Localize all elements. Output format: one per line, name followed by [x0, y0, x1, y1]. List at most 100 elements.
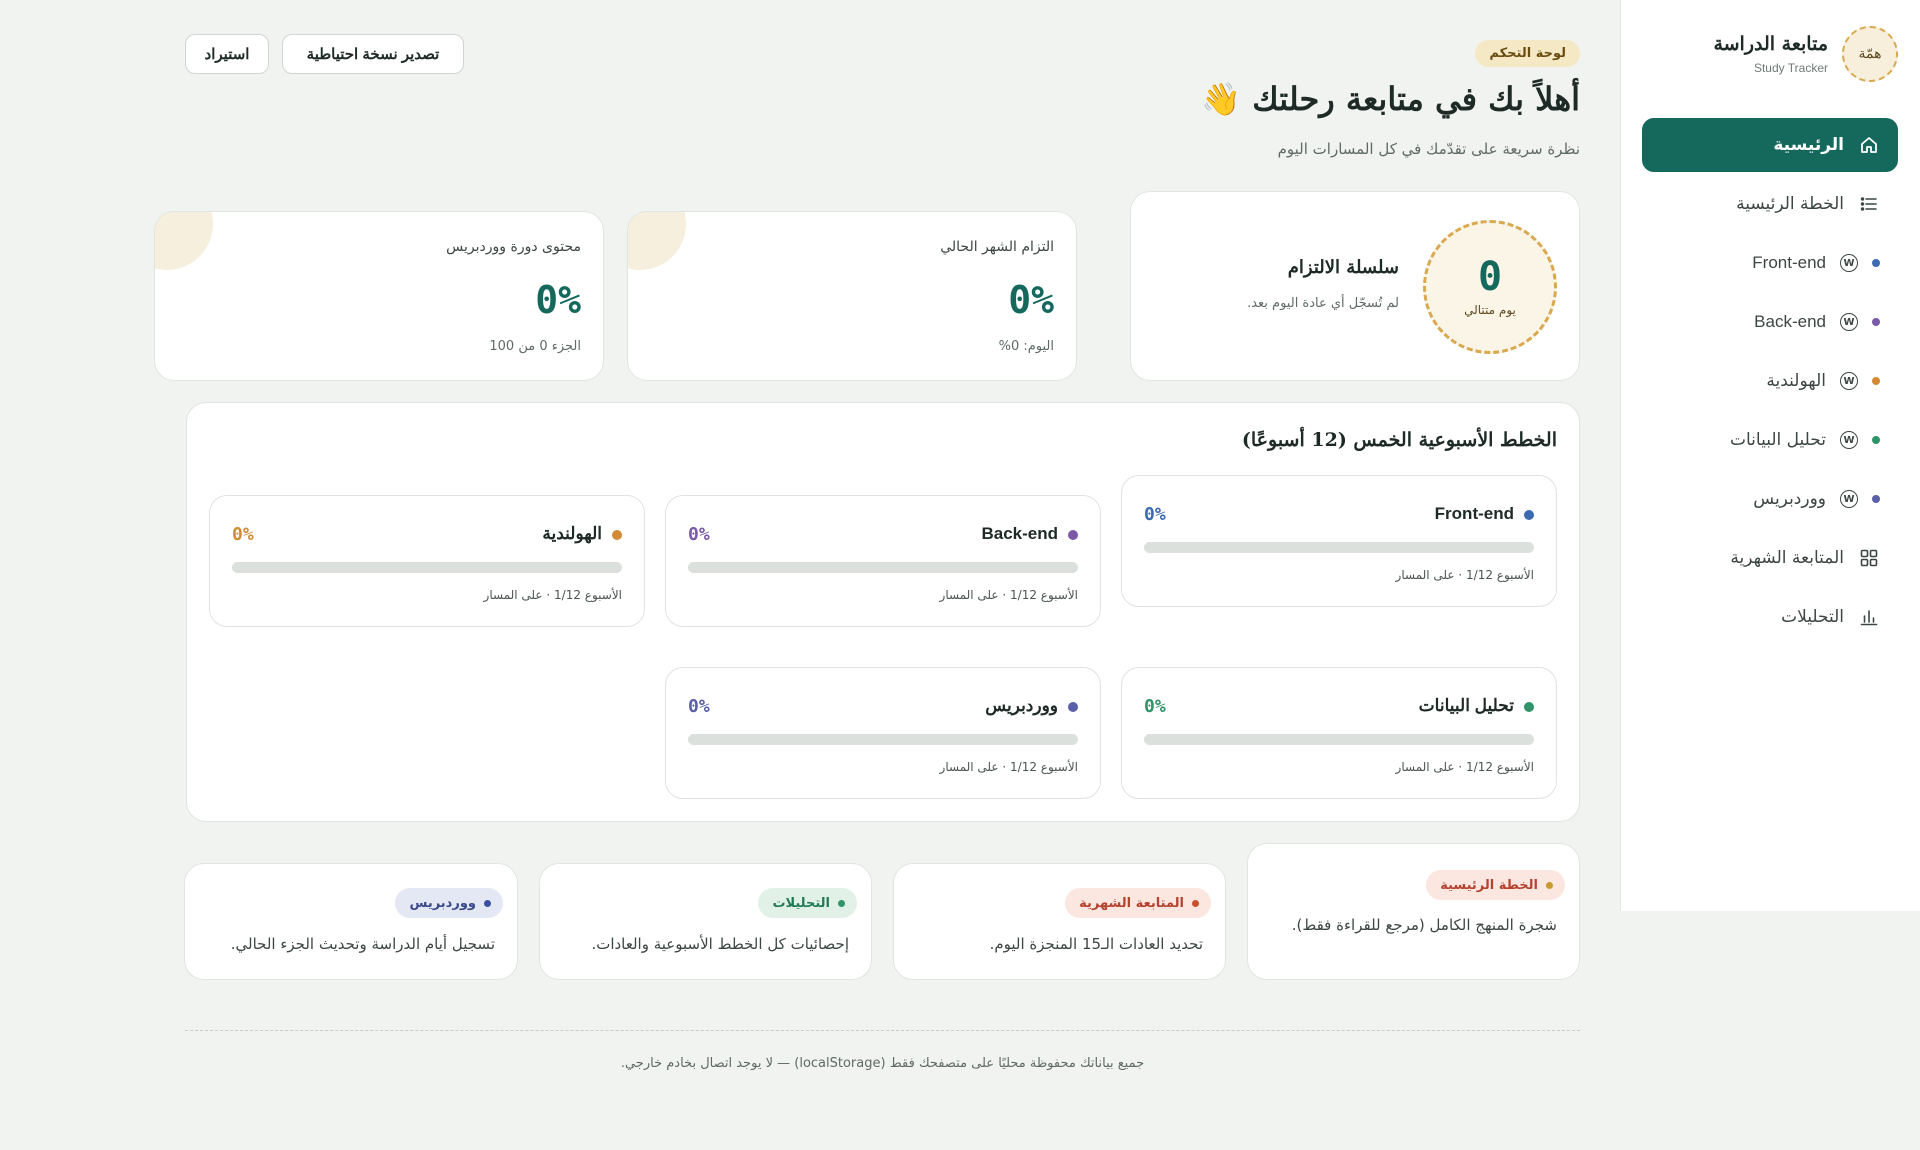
tag-dot-icon	[1546, 881, 1553, 889]
link-card-monthly[interactable]: المتابعة الشهرية تحديد العادات الـ15 الم…	[893, 863, 1226, 980]
weekly-plans-title: الخطط الأسبوعية الخمس (12 أسبوعًا)	[1241, 429, 1557, 451]
track-card-data-analysis[interactable]: تحليل البيانات 0% الأسبوع 1/12 · على الم…	[1121, 667, 1557, 799]
link-tag: التحليلات	[758, 888, 857, 918]
sidebar-item-label: الهولندية	[1766, 371, 1826, 391]
track-name: ووردبريس	[985, 696, 1058, 715]
link-tag-label: المتابعة الشهرية	[1079, 895, 1184, 911]
link-tag-label: التحليلات	[772, 895, 830, 911]
track-color-dot	[612, 530, 622, 540]
decorative-blob	[628, 212, 686, 270]
stat-value: 0%	[535, 278, 581, 322]
sidebar-item-dutch[interactable]: W الهولندية	[1642, 354, 1898, 408]
track-meta: الأسبوع 1/12 · على المسار	[483, 588, 622, 602]
track-card-wordpress[interactable]: ووردبريس 0% الأسبوع 1/12 · على المسار	[665, 667, 1101, 799]
track-color-dot	[1524, 510, 1534, 520]
sidebar-item-label: Front-end	[1752, 253, 1826, 272]
tag-dot-icon	[484, 899, 491, 907]
sidebar-item-label: الخطة الرئيسية	[1736, 194, 1844, 214]
track-name: Back-end	[981, 524, 1058, 543]
sidebar-item-backend[interactable]: W Back-end	[1642, 295, 1898, 349]
wordpress-logo-icon: W	[1840, 372, 1858, 390]
track-color-dot	[1068, 702, 1078, 712]
dashboard-badge: لوحة التحكم	[1475, 40, 1580, 67]
link-tag: الخطة الرئيسية	[1426, 870, 1565, 900]
streak-description: لم تُسجّل أي عادة اليوم بعد.	[1247, 296, 1399, 311]
sidebar-item-home[interactable]: الرئيسية	[1642, 118, 1898, 172]
link-card-main-plan[interactable]: الخطة الرئيسية شجرة المنهج الكامل (مرجع …	[1247, 843, 1580, 980]
dutch-dot-icon	[1872, 377, 1880, 385]
link-description: تحديد العادات الـ15 المنجزة اليوم.	[989, 935, 1203, 953]
sidebar-item-wordpress[interactable]: W ووردبريس	[1642, 472, 1898, 526]
stat-label: محتوى دورة ووردبريس	[446, 239, 581, 255]
track-percent: 0%	[1144, 504, 1166, 525]
track-meta: الأسبوع 1/12 · على المسار	[1395, 760, 1534, 774]
link-card-analytics[interactable]: التحليلات إحصائيات كل الخطط الأسبوعية وا…	[539, 863, 872, 980]
stat-label: التزام الشهر الحالي	[940, 239, 1054, 255]
streak-value: 0	[1477, 254, 1503, 300]
data-dot-icon	[1872, 436, 1880, 444]
sidebar-item-frontend[interactable]: W Front-end	[1642, 236, 1898, 290]
streak-card: 0 يوم متتالي سلسلة الالتزام لم تُسجّل أي…	[1130, 191, 1580, 381]
sidebar-item-label: ووردبريس	[1753, 489, 1826, 509]
track-percent: 0%	[232, 524, 254, 545]
wordpress-logo-icon: W	[1840, 254, 1858, 272]
wordpress-logo-icon: W	[1840, 431, 1858, 449]
sidebar-item-data-analysis[interactable]: W تحليل البيانات	[1642, 413, 1898, 467]
stat-value: 0%	[1008, 278, 1054, 322]
track-progress-bar	[232, 562, 622, 573]
link-description: إحصائيات كل الخطط الأسبوعية والعادات.	[591, 935, 849, 953]
footer-divider	[185, 1030, 1580, 1031]
stat-footnote: اليوم: 0%	[998, 339, 1054, 354]
wordpress-content-card: محتوى دورة ووردبريس 0% الجزء 0 من 100	[154, 211, 604, 381]
track-name: Front-end	[1434, 504, 1514, 523]
sidebar-item-monthly[interactable]: المتابعة الشهرية	[1642, 531, 1898, 585]
track-progress-bar	[1144, 542, 1534, 553]
track-meta: الأسبوع 1/12 · على المسار	[939, 760, 1078, 774]
stat-footnote: الجزء 0 من 100	[489, 339, 581, 354]
track-percent: 0%	[688, 524, 710, 545]
track-meta: الأسبوع 1/12 · على المسار	[1395, 568, 1534, 582]
sidebar-item-label: التحليلات	[1781, 607, 1844, 627]
brand[interactable]: همّة متابعة الدراسة Study Tracker	[1713, 26, 1898, 82]
track-color-dot	[1524, 702, 1534, 712]
track-card-frontend[interactable]: Front-end 0% الأسبوع 1/12 · على المسار	[1121, 475, 1557, 607]
track-name: تحليل البيانات	[1418, 696, 1514, 715]
import-button[interactable]: استيراد	[185, 34, 269, 74]
wordpress-logo-icon: W	[1840, 313, 1858, 331]
home-icon	[1858, 134, 1880, 156]
sidebar-item-label: الرئيسية	[1773, 135, 1844, 155]
tag-dot-icon	[838, 899, 845, 907]
sidebar: همّة متابعة الدراسة Study Tracker الرئيس…	[1620, 0, 1920, 911]
sidebar-item-main-plan[interactable]: الخطة الرئيسية	[1642, 177, 1898, 231]
brand-subtitle: Study Tracker	[1753, 61, 1828, 75]
track-card-backend[interactable]: Back-end 0% الأسبوع 1/12 · على المسار	[665, 495, 1101, 627]
link-tag-label: الخطة الرئيسية	[1440, 877, 1538, 893]
track-progress-bar	[688, 562, 1078, 573]
wordpress-logo-icon: W	[1840, 490, 1858, 508]
track-progress-bar	[1144, 734, 1534, 745]
bar-chart-icon	[1858, 606, 1880, 628]
streak-unit: يوم متتالي	[1464, 303, 1516, 317]
link-tag-label: ووردبريس	[409, 895, 476, 911]
link-description: شجرة المنهج الكامل (مرجع للقراءة فقط).	[1291, 916, 1557, 934]
wordpress-dot-icon	[1872, 495, 1880, 503]
track-card-dutch[interactable]: الهولندية 0% الأسبوع 1/12 · على المسار	[209, 495, 645, 627]
backend-dot-icon	[1872, 318, 1880, 326]
decorative-blob	[155, 212, 213, 270]
export-backup-button[interactable]: تصدير نسخة احتياطية	[282, 34, 464, 74]
sidebar-item-label: تحليل البيانات	[1730, 430, 1826, 450]
sidebar-item-analytics[interactable]: التحليلات	[1642, 590, 1898, 644]
sidebar-item-label: المتابعة الشهرية	[1730, 548, 1844, 568]
brand-title: متابعة الدراسة	[1713, 33, 1828, 55]
link-tag: ووردبريس	[395, 888, 503, 918]
link-description: تسجيل أيام الدراسة وتحديث الجزء الحالي.	[230, 935, 495, 953]
track-color-dot	[1068, 530, 1078, 540]
list-icon	[1858, 193, 1880, 215]
link-card-wordpress[interactable]: ووردبريس تسجيل أيام الدراسة وتحديث الجزء…	[184, 863, 518, 980]
link-tag: المتابعة الشهرية	[1065, 888, 1211, 918]
track-meta: الأسبوع 1/12 · على المسار	[939, 588, 1078, 602]
streak-title: سلسلة الالتزام	[1287, 257, 1399, 278]
tag-dot-icon	[1192, 899, 1199, 907]
track-name: الهولندية	[542, 524, 602, 543]
page-title: أهلاً بك في متابعة رحلتك 👋	[1201, 80, 1580, 118]
